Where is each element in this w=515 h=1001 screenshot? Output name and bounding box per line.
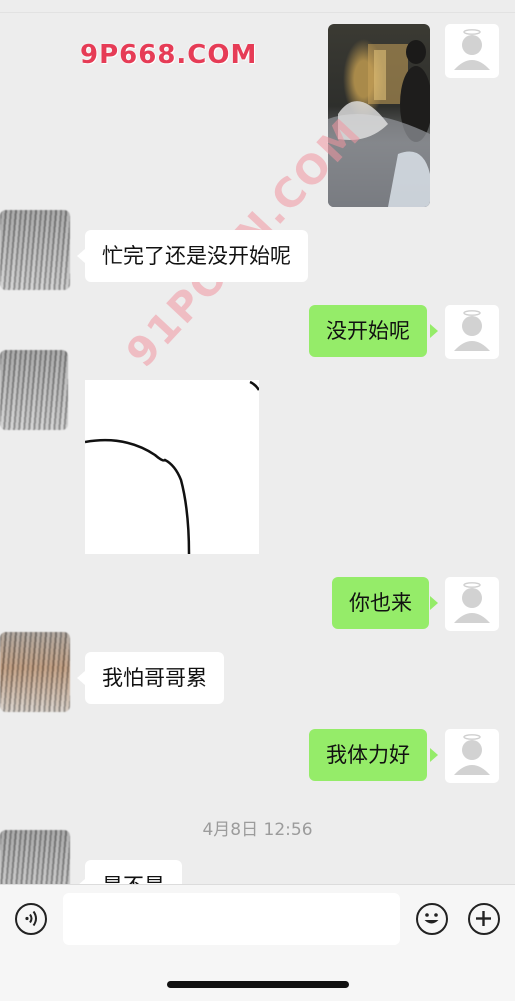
bubble-tail xyxy=(77,249,85,263)
message-bubble-outgoing[interactable]: 没开始呢 xyxy=(309,305,427,357)
contact-avatar[interactable] xyxy=(0,632,70,712)
contact-avatar[interactable] xyxy=(0,210,70,290)
plus-button[interactable] xyxy=(468,903,500,935)
message-bubble-incoming[interactable]: 我怕哥哥累 xyxy=(85,652,224,704)
emoji-icon xyxy=(424,913,439,924)
my-avatar[interactable] xyxy=(445,729,499,783)
message-input[interactable] xyxy=(63,893,400,945)
bubble-tail xyxy=(430,324,438,338)
message-timestamp: 4月8日 12:56 xyxy=(202,820,313,840)
my-avatar[interactable] xyxy=(445,577,499,631)
message-bubble-outgoing[interactable]: 我体力好 xyxy=(309,729,427,781)
message-bubble-outgoing[interactable]: 你也来 xyxy=(332,577,429,629)
home-indicator[interactable] xyxy=(167,981,349,988)
my-avatar[interactable] xyxy=(445,305,499,359)
received-image[interactable] xyxy=(85,380,259,554)
top-status-strip xyxy=(0,0,515,13)
emoji-button[interactable] xyxy=(416,903,448,935)
contact-avatar[interactable] xyxy=(0,350,68,430)
bubble-tail xyxy=(77,671,85,685)
message-bubble-incoming[interactable]: 忙完了还是没开始呢 xyxy=(85,230,308,282)
my-avatar[interactable] xyxy=(445,24,499,78)
plus-icon xyxy=(476,911,491,926)
bubble-tail xyxy=(430,596,438,610)
sketch-drawing xyxy=(85,380,259,554)
voice-icon xyxy=(25,910,37,927)
bubble-tail xyxy=(430,748,438,762)
watermark-top: 9P668.COM xyxy=(80,40,258,70)
voice-button[interactable] xyxy=(15,903,47,935)
